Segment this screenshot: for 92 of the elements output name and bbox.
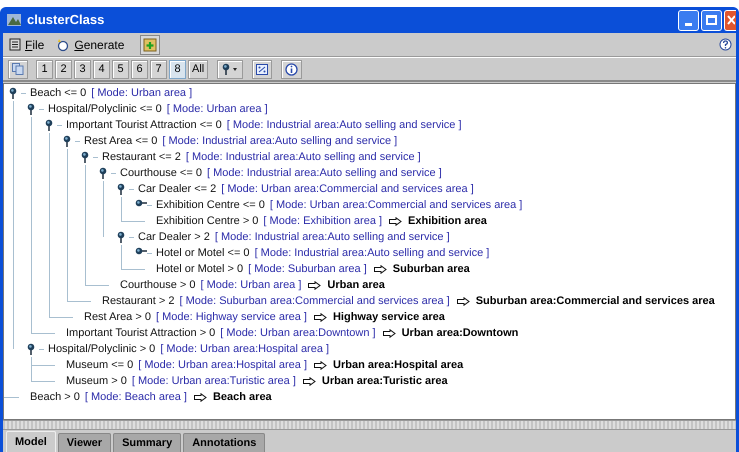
- node-condition: Important Tourist Attraction <= 0: [66, 118, 222, 133]
- node-mode: [ Mode: Urban area ]: [91, 86, 192, 101]
- node-dropdown-button[interactable]: [217, 60, 244, 78]
- result-arrow-icon: [389, 216, 402, 226]
- node-mode: [ Mode: Urban area:Turistic area ]: [132, 374, 296, 389]
- node-mode: [ Mode: Industrial area:Auto selling and service ]: [254, 246, 490, 261]
- result-arrow-icon: [314, 360, 328, 370]
- node-condition: Hospital/Polyclinic > 0: [48, 342, 156, 357]
- add-panel-icon: [143, 38, 158, 52]
- sparkle-icon: [56, 38, 70, 52]
- result-arrow-icon: [314, 312, 327, 322]
- node-condition: Museum > 0: [66, 374, 127, 389]
- level-button[interactable]: 6: [131, 60, 148, 78]
- node-mode: [ Mode: Suburban area ]: [248, 262, 367, 277]
- node-result: Urban area: [327, 278, 385, 293]
- node-mode: [ Mode: Beach area ]: [84, 390, 187, 405]
- node-mode: [ Mode: Industrial area:Auto selling and service ]: [226, 118, 462, 133]
- node-condition: Restaurant > 2: [102, 294, 174, 309]
- node-mode: [ Mode: Urban area:Commercial and services area ]: [221, 182, 474, 197]
- node-condition: Car Dealer <= 2: [138, 182, 216, 197]
- node-condition: Hotel or Motel <= 0: [156, 246, 250, 261]
- node-mode: [ Mode: Highway service area ]: [156, 310, 307, 325]
- node-result: Beach area: [212, 390, 272, 405]
- node-mode: [ Mode: Urban area:Commercial and services area ]: [270, 198, 522, 213]
- level-button[interactable]: 8: [169, 60, 186, 78]
- node-condition: Exhibition Centre <= 0: [156, 198, 265, 213]
- node-condition: Rest Area > 0: [84, 310, 151, 325]
- pin-dropdown-icon: [221, 63, 240, 75]
- result-arrow-icon: [456, 296, 470, 306]
- tab[interactable]: Annotations: [183, 433, 266, 452]
- node-condition: Important Tourist Attraction > 0: [66, 326, 216, 341]
- app-icon: [6, 12, 22, 28]
- node-result: Suburban area: [392, 262, 470, 277]
- node-mode: [ Mode: Urban area ]: [200, 278, 302, 293]
- node-mode: [ Mode: Urban area ]: [166, 102, 268, 117]
- level-button[interactable]: 2: [55, 60, 72, 78]
- node-mode: [ Mode: Industrial area:Auto selling and service ]: [186, 150, 421, 165]
- node-condition: Restaurant <= 2: [102, 150, 181, 165]
- window-title: clusterClass: [27, 11, 104, 30]
- node-result: Urban area:Downtown: [402, 326, 518, 341]
- node-condition: Courthouse > 0: [120, 278, 196, 293]
- percent-icon: [256, 64, 268, 74]
- node-mode: [ Mode: Industrial area:Auto selling and service ]: [162, 134, 398, 149]
- node-condition: Exhibition Centre > 0: [156, 214, 258, 229]
- tab[interactable]: Model: [6, 431, 56, 452]
- node-result: Suburban area:Commercial and services area: [476, 294, 715, 309]
- node-condition: Museum <= 0: [66, 358, 134, 373]
- node-mode: [ Mode: Exhibition area ]: [263, 214, 382, 229]
- node-condition: Courthouse <= 0: [120, 166, 202, 181]
- node-mode: [ Mode: Urban area:Hospital area ]: [160, 342, 330, 357]
- menu-item[interactable]: Generate: [54, 34, 126, 54]
- node-condition: Beach > 0: [30, 390, 80, 405]
- close-button[interactable]: [724, 10, 736, 30]
- node-condition: Beach <= 0: [30, 86, 86, 101]
- percent-button[interactable]: [252, 60, 272, 78]
- document-icon: [9, 38, 21, 51]
- level-button[interactable]: 1: [36, 60, 53, 78]
- minimize-button[interactable]: [678, 10, 699, 30]
- help-icon[interactable]: [719, 38, 732, 51]
- node-condition: Hotel or Motel > 0: [156, 262, 244, 277]
- tab[interactable]: Viewer: [58, 433, 112, 452]
- result-arrow-icon: [302, 376, 316, 386]
- info-button[interactable]: [281, 60, 302, 78]
- node-condition: Hospital/Polyclinic <= 0: [48, 102, 162, 117]
- node-mode: [ Mode: Industrial area:Auto selling and service ]: [206, 166, 442, 181]
- menu-item[interactable]: File: [7, 34, 46, 54]
- result-arrow-icon: [194, 392, 207, 402]
- level-button[interactable]: 7: [150, 60, 167, 78]
- level-button[interactable]: 4: [93, 60, 110, 78]
- node-result: Urban area:Turistic area: [322, 374, 448, 389]
- node-result: Highway service area: [332, 310, 445, 325]
- tab[interactable]: Summary: [113, 433, 182, 452]
- node-result: Exhibition area: [408, 214, 487, 229]
- maximize-button[interactable]: [701, 10, 722, 30]
- result-arrow-icon: [308, 280, 322, 290]
- copy-icon: [12, 63, 24, 75]
- node-mode: [ Mode: Industrial area:Auto selling and service ]: [214, 230, 450, 245]
- level-button[interactable]: 5: [112, 60, 129, 78]
- node-mode: [ Mode: Urban area:Downtown ]: [220, 326, 376, 341]
- copy-button[interactable]: [8, 60, 28, 78]
- level-button[interactable]: All: [188, 60, 208, 78]
- node-mode: [ Mode: Urban area:Hospital area ]: [138, 358, 308, 373]
- info-icon: [285, 62, 298, 76]
- result-arrow-icon: [374, 264, 387, 274]
- node-result: Urban area:Hospital area: [333, 358, 464, 373]
- node-condition: Car Dealer > 2: [138, 230, 210, 245]
- add-button[interactable]: [140, 34, 160, 54]
- close-icon: [726, 15, 734, 25]
- level-button[interactable]: 3: [74, 60, 91, 78]
- node-mode: [ Mode: Suburban area:Commercial and services area ]: [179, 294, 450, 309]
- result-arrow-icon: [382, 328, 396, 338]
- node-condition: Rest Area <= 0: [84, 134, 158, 149]
